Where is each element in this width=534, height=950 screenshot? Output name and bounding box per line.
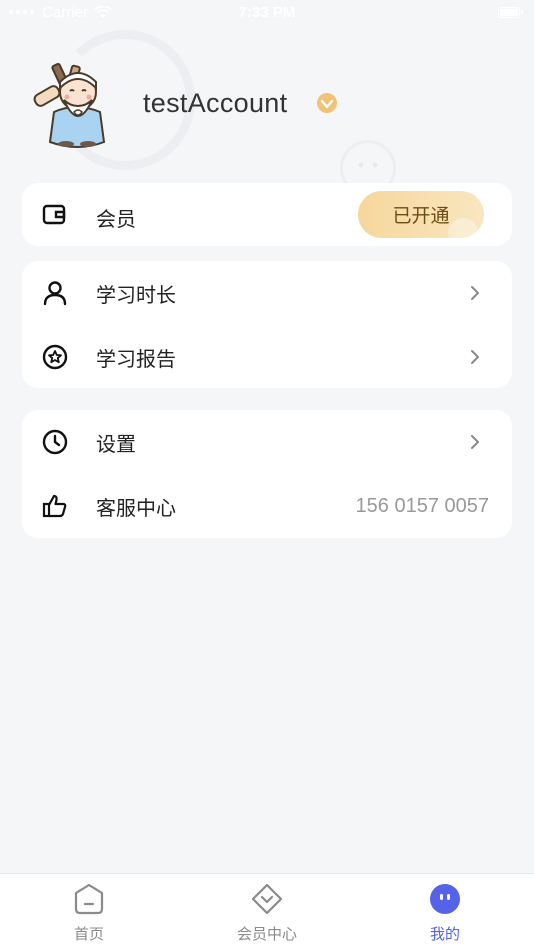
- vip-diamond-icon: [317, 93, 337, 113]
- member-card: 会员 已开通: [22, 183, 512, 246]
- tab-home[interactable]: 首页: [0, 874, 178, 950]
- thumbs-up-icon: [42, 494, 67, 518]
- member-label: 会员: [96, 209, 136, 231]
- customer-service-row[interactable]: 客服中心 156 0157 0057: [22, 474, 512, 538]
- study-report-label: 学习报告: [96, 348, 176, 371]
- misc-card: 设置 客服中心 156 0157 0057: [22, 410, 512, 538]
- tab-member-center-label: 会员中心: [236, 926, 297, 943]
- star-badge-icon: [42, 344, 68, 370]
- tab-home-label: 首页: [73, 926, 104, 943]
- chevron-right-icon: [471, 435, 479, 449]
- settings-label: 设置: [96, 433, 136, 456]
- person-icon: [43, 281, 67, 306]
- study-time-row[interactable]: 学习时长: [22, 261, 512, 325]
- status-time: 7:33 PM: [238, 4, 296, 21]
- tab-bar: 首页 会员中心 我的: [0, 873, 534, 950]
- chevron-right-icon: [471, 286, 479, 300]
- tab-mine-label: 我的: [429, 926, 460, 943]
- member-row[interactable]: 会员 已开通: [22, 183, 512, 247]
- username: testAccount: [143, 88, 288, 118]
- clock-icon: [42, 429, 68, 455]
- profile-screen: ●●●● Carrier 7:33 PM testAccount 会员 已开通 …: [0, 0, 534, 950]
- avatar[interactable]: [30, 62, 122, 148]
- status-bar: ●●●● Carrier 7:33 PM: [0, 0, 534, 28]
- member-status-button[interactable]: 已开通: [358, 191, 484, 238]
- home-icon: [74, 883, 104, 915]
- study-time-label: 学习时长: [96, 284, 176, 307]
- member-center-icon: [251, 883, 283, 915]
- wallet-icon: [42, 204, 66, 225]
- member-status-label: 已开通: [392, 206, 450, 227]
- customer-service-phone[interactable]: 156 0157 0057: [356, 495, 489, 518]
- mine-icon: [430, 884, 460, 914]
- chevron-right-icon: [471, 350, 479, 364]
- customer-service-label: 客服中心: [96, 497, 176, 520]
- profile-header: testAccount: [30, 62, 510, 148]
- tab-member-center[interactable]: 会员中心: [178, 874, 356, 950]
- study-report-row[interactable]: 学习报告: [22, 325, 512, 389]
- settings-row[interactable]: 设置: [22, 410, 512, 474]
- tab-mine[interactable]: 我的: [356, 874, 534, 950]
- study-card: 学习时长 学习报告: [22, 261, 512, 388]
- pill-decoration: [448, 218, 478, 238]
- battery-icon: [498, 7, 523, 18]
